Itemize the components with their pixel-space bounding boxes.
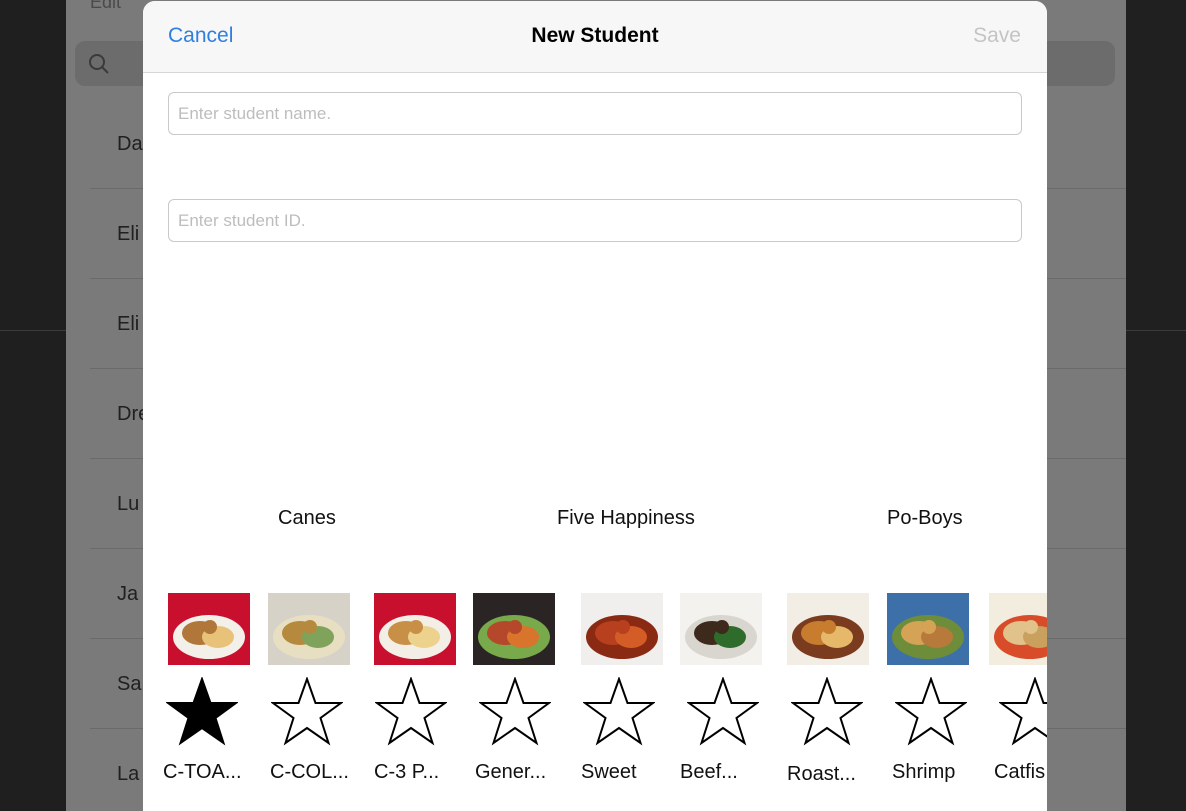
navigation-bar: Cancel New Student Save bbox=[143, 1, 1047, 73]
restaurant-label-po-boys: Po-Boys bbox=[887, 507, 963, 529]
dish-photo-chicken-coleslaw-box bbox=[268, 593, 350, 665]
background-row-name: Ja bbox=[117, 583, 139, 605]
star-outline-icon[interactable] bbox=[997, 676, 1047, 747]
dish-label: Gener... bbox=[475, 761, 547, 783]
dish-label: C-COL... bbox=[270, 761, 349, 783]
dish-photo-chicken-fries-basket bbox=[374, 593, 456, 665]
background-row-name: Lu bbox=[117, 493, 140, 515]
star-outline-icon[interactable] bbox=[893, 676, 969, 747]
dish-photo-roast-beef-poboy bbox=[787, 593, 869, 665]
dish-label: C-TOA... bbox=[163, 761, 242, 783]
restaurant-label-five-happiness: Five Happiness bbox=[557, 507, 695, 529]
right-bezel bbox=[1126, 0, 1186, 811]
dish-label: Catfis bbox=[994, 761, 1046, 783]
dish-photo-shrimp-poboy bbox=[887, 593, 969, 665]
student-name-field[interactable] bbox=[168, 92, 1022, 135]
star-filled-icon[interactable] bbox=[164, 676, 240, 747]
star-outline-icon[interactable] bbox=[581, 676, 657, 747]
background-row-name: Eli bbox=[117, 313, 140, 335]
star-outline-icon[interactable] bbox=[789, 676, 865, 747]
star-outline-icon[interactable] bbox=[269, 676, 345, 747]
dish-label: Beef... bbox=[680, 761, 738, 783]
dish-label: Shrimp bbox=[892, 761, 956, 783]
background-row-name: Eli bbox=[117, 223, 140, 245]
background-edit-button: Edit bbox=[90, 0, 122, 12]
star-outline-icon[interactable] bbox=[685, 676, 761, 747]
star-outline-icon[interactable] bbox=[477, 676, 553, 747]
dish-photo-catfish-plate bbox=[989, 593, 1047, 665]
background-row-name: La bbox=[117, 763, 140, 785]
dish-photo-fried-chicken-basket bbox=[168, 593, 250, 665]
sheet-title: New Student bbox=[531, 24, 659, 47]
star-outline-icon[interactable] bbox=[373, 676, 449, 747]
new-student-sheet: Cancel New Student Save Canes Five Happi… bbox=[143, 1, 1047, 811]
dish-photo-general-tso-chicken bbox=[473, 593, 555, 665]
restaurant-label-canes: Canes bbox=[278, 507, 336, 529]
search-icon bbox=[87, 52, 111, 81]
dish-label: Sweet bbox=[581, 761, 637, 783]
dish-label: Roast... bbox=[787, 763, 856, 785]
background-row-name: Sa bbox=[117, 673, 142, 695]
background-row-name: Da bbox=[117, 133, 143, 155]
dish-label: C-3 P... bbox=[374, 761, 440, 783]
dish-photo-beef-broccoli bbox=[680, 593, 762, 665]
save-button[interactable]: Save bbox=[973, 24, 1021, 48]
student-id-field[interactable] bbox=[168, 199, 1022, 242]
dish-photo-sweet-sour-chicken bbox=[581, 593, 663, 665]
